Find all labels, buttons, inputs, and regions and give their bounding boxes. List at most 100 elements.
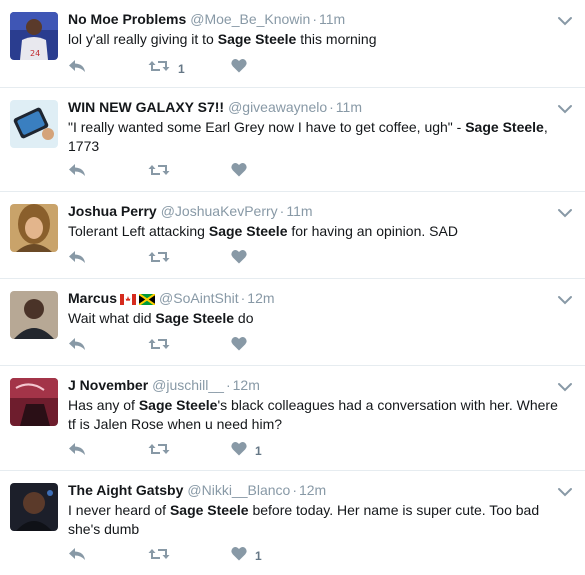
chevron-down-icon[interactable] (557, 485, 573, 497)
retweet-icon (148, 58, 170, 79)
reply-icon (68, 58, 86, 79)
retweet-icon (148, 546, 170, 567)
like-button[interactable]: 1 (231, 441, 262, 461)
like-count: 1 (255, 549, 262, 563)
retweet-count: 1 (178, 61, 185, 76)
display-name[interactable]: No Moe Problems (68, 11, 186, 27)
retweet-button[interactable] (148, 546, 178, 567)
chevron-down-icon[interactable] (557, 293, 573, 305)
timestamp[interactable]: 12m (233, 377, 260, 393)
chevron-down-icon[interactable] (557, 14, 573, 26)
retweet-button[interactable] (148, 249, 178, 270)
tweet-header: J November @juschill__ · 12m (68, 376, 260, 394)
separator-dot: · (312, 11, 317, 27)
retweet-button[interactable] (148, 336, 178, 357)
retweet-button[interactable]: 1 (148, 58, 185, 79)
chevron-down-icon[interactable] (557, 102, 573, 114)
user-handle[interactable]: @SoAintShit (159, 290, 239, 306)
reply-button[interactable] (68, 249, 86, 270)
tweet-text: Tolerant Left attacking Sage Steele for … (68, 223, 458, 239)
heart-icon (231, 162, 247, 182)
tweet-feed: 24 No Moe Problems @Moe_Be_Knowin · 11m lol… (0, 0, 585, 575)
avatar[interactable] (10, 204, 58, 252)
retweet-icon (148, 249, 170, 270)
avatar[interactable] (10, 378, 58, 426)
avatar[interactable] (10, 483, 58, 531)
display-name[interactable]: Joshua Perry (68, 203, 157, 219)
reply-button[interactable] (68, 441, 86, 462)
tweet-text: "I really wanted some Earl Grey now I ha… (68, 119, 548, 154)
highlighted-term: Sage Steele (208, 223, 288, 239)
highlighted-term: Sage Steele (169, 502, 249, 518)
user-handle[interactable]: @Moe_Be_Knowin (190, 11, 310, 27)
jamaica-flag-icon (138, 291, 156, 309)
retweet-icon (148, 162, 170, 183)
tweet-header: The Aight Gatsby @Nikki__Blanco · 12m (68, 481, 326, 499)
user-handle[interactable]: @JoshuaKevPerry (161, 203, 278, 219)
tweet-text: lol y'all really giving it to Sage Steel… (68, 31, 377, 47)
reply-button[interactable] (68, 546, 86, 567)
like-button[interactable] (231, 162, 255, 182)
display-name[interactable]: J November (68, 377, 148, 393)
display-name[interactable]: Marcus (68, 290, 117, 306)
reply-icon (68, 249, 86, 270)
reply-icon (68, 162, 86, 183)
tweet[interactable]: J November @juschill__ · 12m Has any of Sag… (0, 366, 585, 471)
separator-dot: · (292, 482, 297, 498)
tweet-text: I never heard of Sage Steele before toda… (68, 502, 540, 537)
tweet-header: WIN NEW GALAXY S7!! @giveawaynelo · 11m (68, 98, 362, 116)
chevron-down-icon[interactable] (557, 206, 573, 218)
avatar[interactable] (10, 291, 58, 339)
user-handle[interactable]: @giveawaynelo (228, 99, 327, 115)
avatar[interactable]: 24 (10, 12, 58, 60)
tweet[interactable]: 24 No Moe Problems @Moe_Be_Knowin · 11m lol… (0, 0, 585, 88)
retweet-icon (148, 441, 170, 462)
like-button[interactable]: 1 (231, 546, 262, 566)
tweet-header: Marcus @SoAintShit · 12m (68, 289, 275, 309)
reply-icon (68, 336, 86, 357)
timestamp[interactable]: 12m (247, 290, 274, 306)
reply-button[interactable] (68, 58, 86, 79)
like-button[interactable] (231, 336, 255, 356)
reply-button[interactable] (68, 162, 86, 183)
timestamp[interactable]: 11m (286, 203, 312, 219)
user-handle[interactable]: @juschill__ (152, 377, 224, 393)
tweet[interactable]: WIN NEW GALAXY S7!! @giveawaynelo · 11m "I … (0, 88, 585, 192)
heart-icon (231, 336, 247, 356)
heart-icon (231, 441, 247, 461)
reply-icon (68, 546, 86, 567)
separator-dot: · (279, 203, 285, 219)
reply-button[interactable] (68, 336, 86, 357)
timestamp[interactable]: 12m (299, 482, 326, 498)
tweet[interactable]: Marcus @SoAintShit · 12m Wait what did Sage… (0, 279, 585, 366)
display-name[interactable]: WIN NEW GALAXY S7!! (68, 99, 224, 115)
tweet[interactable]: Joshua Perry @JoshuaKevPerry · 11m Tolerant… (0, 192, 585, 279)
retweet-button[interactable] (148, 162, 178, 183)
display-name[interactable]: The Aight Gatsby (68, 482, 183, 498)
highlighted-term: Sage Steele (217, 31, 297, 47)
timestamp[interactable]: 11m (336, 99, 362, 115)
tweet-header: Joshua Perry @JoshuaKevPerry · 11m (68, 202, 313, 220)
highlighted-term: Sage Steele (138, 397, 218, 413)
heart-icon (231, 58, 247, 78)
highlighted-term: Sage Steele (155, 310, 235, 326)
tweet-text: Wait what did Sage Steele do (68, 310, 254, 326)
tweet-header: No Moe Problems @Moe_Be_Knowin · 11m (68, 10, 345, 28)
timestamp[interactable]: 11m (319, 11, 345, 27)
retweet-button[interactable] (148, 441, 178, 462)
separator-dot: · (240, 290, 246, 306)
like-button[interactable] (231, 58, 255, 78)
user-handle[interactable]: @Nikki__Blanco (187, 482, 290, 498)
separator-dot: · (329, 99, 334, 115)
like-count: 1 (255, 444, 262, 458)
heart-icon (231, 546, 247, 566)
separator-dot: · (225, 377, 231, 393)
like-button[interactable] (231, 249, 255, 269)
heart-icon (231, 249, 247, 269)
svg-text:24: 24 (30, 49, 40, 58)
retweet-icon (148, 336, 170, 357)
avatar[interactable] (10, 100, 58, 148)
chevron-down-icon[interactable] (557, 380, 573, 392)
highlighted-term: Sage Steele (465, 119, 544, 135)
tweet[interactable]: The Aight Gatsby @Nikki__Blanco · 12m I nev… (0, 471, 585, 575)
